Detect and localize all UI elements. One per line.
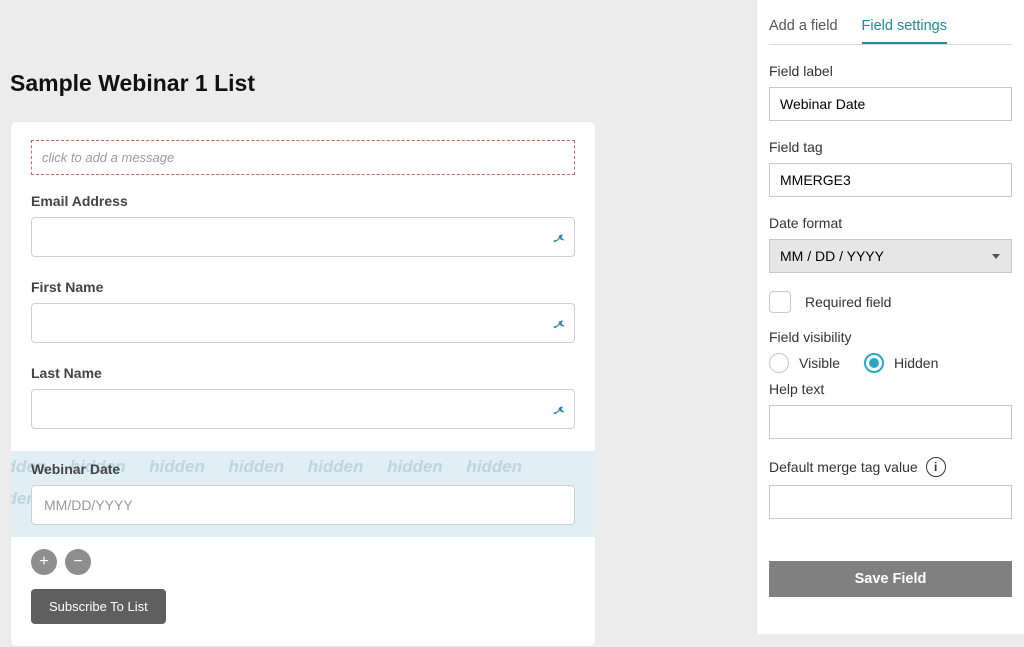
field-block-email: Email Address: [31, 193, 575, 257]
visibility-hidden-radio[interactable]: [864, 353, 884, 373]
info-icon[interactable]: i: [926, 457, 946, 477]
last-name-input[interactable]: [31, 389, 575, 429]
add-field-button[interactable]: +: [31, 549, 57, 575]
remove-field-button[interactable]: −: [65, 549, 91, 575]
field-tag-input[interactable]: [769, 163, 1012, 197]
webinar-date-input[interactable]: [31, 485, 575, 525]
date-format-heading: Date format: [769, 215, 1012, 231]
visibility-visible-radio[interactable]: [769, 353, 789, 373]
settings-tabs: Add a field Field settings: [769, 14, 1012, 45]
page-title: Sample Webinar 1 List: [0, 0, 756, 115]
field-label-input[interactable]: [769, 87, 1012, 121]
settings-panel: Add a field Field settings Field label F…: [756, 0, 1024, 634]
visibility-visible-label: Visible: [799, 355, 840, 371]
subscribe-button[interactable]: Subscribe To List: [31, 589, 166, 624]
runner-icon: [551, 401, 567, 417]
email-input[interactable]: [31, 217, 575, 257]
runner-icon: [551, 315, 567, 331]
first-name-input[interactable]: [31, 303, 575, 343]
field-block-last-name: Last Name: [31, 365, 575, 429]
help-text-heading: Help text: [769, 381, 1012, 397]
field-tag-heading: Field tag: [769, 139, 1012, 155]
field-block-webinar-date[interactable]: hidden hidden hidden hidden hidden hidde…: [11, 451, 595, 537]
required-field-label: Required field: [805, 294, 891, 310]
plus-icon: +: [39, 553, 48, 571]
field-control-row: + −: [31, 549, 575, 575]
field-label-heading: Field label: [769, 63, 1012, 79]
date-format-select[interactable]: MM / DD / YYYY: [769, 239, 1012, 273]
default-merge-heading: Default merge tag value: [769, 459, 918, 475]
form-card: click to add a message Email Address Fir…: [10, 121, 596, 647]
required-checkbox[interactable]: [769, 291, 791, 313]
field-label-email: Email Address: [31, 193, 575, 209]
runner-icon: [551, 229, 567, 245]
tab-field-settings[interactable]: Field settings: [862, 14, 947, 44]
help-text-input[interactable]: [769, 405, 1012, 439]
field-label-last-name: Last Name: [31, 365, 575, 381]
tab-add-field[interactable]: Add a field: [769, 14, 838, 44]
add-message-placeholder[interactable]: click to add a message: [31, 140, 575, 175]
field-block-first-name: First Name: [31, 279, 575, 343]
field-visibility-heading: Field visibility: [769, 329, 1012, 345]
field-label-webinar-date: Webinar Date: [31, 461, 575, 477]
visibility-hidden-label: Hidden: [894, 355, 938, 371]
minus-icon: −: [73, 553, 82, 571]
default-merge-input[interactable]: [769, 485, 1012, 519]
field-label-first-name: First Name: [31, 279, 575, 295]
save-field-button[interactable]: Save Field: [769, 561, 1012, 597]
builder-canvas: Sample Webinar 1 List click to add a mes…: [0, 0, 756, 634]
